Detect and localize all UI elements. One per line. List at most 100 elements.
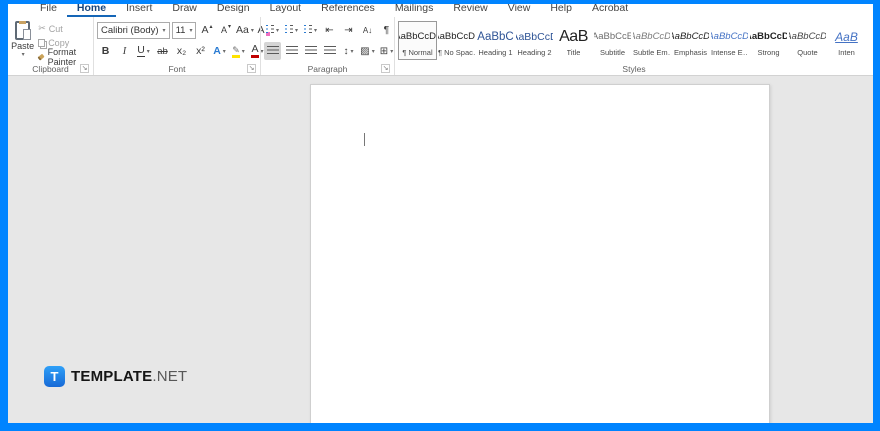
grow-font-button[interactable]: A ▴ bbox=[198, 21, 215, 39]
tab-file[interactable]: File bbox=[30, 4, 67, 17]
chevron-down-icon: ▾ bbox=[241, 48, 245, 55]
style-preview: AaBbCcE bbox=[593, 31, 632, 42]
italic-button[interactable]: I bbox=[116, 42, 133, 60]
style-intense-e[interactable]: AaBbCcDt Intense E… bbox=[710, 21, 749, 60]
font-dialog-launcher-icon[interactable]: ↘ bbox=[247, 64, 256, 73]
style-subtle-em[interactable]: AaBbCcDt Subtle Em… bbox=[632, 21, 671, 60]
borders-icon: ⊞ bbox=[379, 45, 389, 57]
paste-clipboard-icon bbox=[15, 21, 32, 40]
strikethrough-button[interactable]: ab bbox=[154, 42, 171, 60]
style-preview: AaB bbox=[835, 30, 858, 44]
style-preview: AaBbCcDt bbox=[789, 31, 827, 42]
styles-group-label: Styles bbox=[622, 63, 646, 74]
chevron-down-icon: ▾ bbox=[222, 48, 226, 55]
template-net-logo: T TEMPLATE.NET bbox=[44, 366, 187, 387]
chevron-down-icon: ▾ bbox=[371, 48, 375, 55]
tab-help[interactable]: Help bbox=[540, 4, 582, 17]
style-normal[interactable]: AaBbCcDc ¶ Normal bbox=[398, 21, 437, 60]
align-left-icon bbox=[266, 46, 279, 56]
format-painter-button[interactable]: Format Painter bbox=[37, 47, 90, 67]
subscript-button[interactable]: x₂ bbox=[173, 42, 190, 60]
show-formatting-button[interactable]: ¶ bbox=[378, 21, 395, 39]
style-label: ¶ Normal bbox=[402, 48, 433, 57]
chevron-down-icon: ▾ bbox=[250, 27, 254, 34]
font-size-combo[interactable]: 11 ▾ bbox=[171, 21, 197, 39]
styles-gallery: AaBbCcDc ¶ Normal AaBbCcDc¶ No Spac…AaBbC H… bbox=[398, 20, 870, 60]
shrink-font-button[interactable]: A ▾ bbox=[217, 21, 234, 39]
style-emphasis[interactable]: AaBbCcDt Emphasis bbox=[671, 21, 710, 60]
document-page[interactable] bbox=[310, 84, 770, 423]
document-workspace: T TEMPLATE.NET bbox=[8, 76, 873, 423]
justify-icon bbox=[323, 46, 336, 56]
ribbon: Paste ▾ ✂ Cut Copy Format Painter Clipbo… bbox=[8, 17, 873, 76]
tab-references[interactable]: References bbox=[311, 4, 385, 17]
tab-review[interactable]: Review bbox=[443, 4, 497, 17]
style-label: Subtle Em… bbox=[633, 48, 670, 57]
align-right-icon bbox=[304, 46, 317, 56]
sort-button[interactable]: A↓ bbox=[359, 21, 376, 39]
decrease-indent-button[interactable]: ⇤ bbox=[321, 21, 338, 39]
ribbon-tabs: File Home Insert Draw Design Layout References… bbox=[8, 4, 873, 17]
chevron-down-icon: ▾ bbox=[162, 27, 166, 34]
bold-button[interactable]: B bbox=[97, 42, 114, 60]
tab-design[interactable]: Design bbox=[207, 4, 260, 17]
style-label: Heading 1 bbox=[478, 48, 513, 57]
style-inten[interactable]: AaB Inten bbox=[827, 21, 866, 60]
style-preview: AaB bbox=[559, 28, 588, 45]
style-preview: AaBbC bbox=[477, 31, 514, 43]
tab-insert[interactable]: Insert bbox=[116, 4, 162, 17]
align-center-button[interactable] bbox=[283, 42, 300, 60]
style-preview: AaBbCcDt bbox=[672, 31, 710, 42]
numbered-list-icon bbox=[285, 25, 293, 35]
shading-button[interactable]: ▨ ▾ bbox=[359, 42, 376, 60]
clipboard-dialog-launcher-icon[interactable]: ↘ bbox=[80, 64, 89, 73]
style-heading-2[interactable]: AaBbCcD Heading 2 bbox=[515, 21, 554, 60]
scissors-icon: ✂ bbox=[38, 23, 46, 33]
up-icon: ▴ bbox=[209, 24, 213, 30]
tab-home[interactable]: Home bbox=[66, 4, 117, 17]
paintbrush-icon bbox=[37, 52, 46, 61]
style-quote[interactable]: AaBbCcDt Quote bbox=[788, 21, 827, 60]
superscript-button[interactable]: x² bbox=[192, 42, 209, 60]
text-highlight-button[interactable]: ✎ ▾ bbox=[230, 42, 247, 60]
chevron-down-icon: ▾ bbox=[275, 27, 279, 34]
align-left-button[interactable] bbox=[264, 42, 281, 60]
tab-view[interactable]: View bbox=[498, 4, 541, 17]
tab-layout[interactable]: Layout bbox=[260, 4, 312, 17]
bullets-button[interactable]: ▾ bbox=[264, 21, 281, 39]
style-preview: AaBbCcD bbox=[516, 31, 553, 43]
cut-button[interactable]: ✂ Cut bbox=[38, 22, 90, 35]
style-no-spac[interactable]: AaBbCcDc ¶ No Spac… bbox=[437, 21, 476, 60]
tab-acrobat[interactable]: Acrobat bbox=[582, 4, 638, 17]
style-label: Quote bbox=[797, 48, 818, 57]
app-window: File Home Insert Draw Design Layout References… bbox=[0, 0, 880, 431]
change-case-button[interactable]: Aa ▾ bbox=[236, 21, 254, 39]
align-right-button[interactable] bbox=[302, 42, 319, 60]
underline-button[interactable]: U ▾ bbox=[135, 42, 152, 60]
style-preview: AaBbCcDc bbox=[399, 31, 436, 42]
tab-mailings[interactable]: Mailings bbox=[385, 4, 444, 17]
tab-draw[interactable]: Draw bbox=[162, 4, 207, 17]
increase-indent-button[interactable]: ⇥ bbox=[340, 21, 357, 39]
style-strong[interactable]: AaBbCcDt Strong bbox=[749, 21, 788, 60]
borders-button[interactable]: ⊞ ▾ bbox=[378, 42, 395, 60]
chevron-down-icon: ▾ bbox=[294, 27, 298, 34]
align-center-icon bbox=[285, 46, 298, 56]
paste-button[interactable]: Paste ▾ bbox=[11, 20, 34, 63]
paragraph-group: ▾ ▾ ▾ ⇤ ⇥ A↓ ¶ ↕ ▾ ▨ ▾ ⊞ ▾ Paragraph ↘ bbox=[260, 17, 394, 75]
chevron-down-icon: ▾ bbox=[350, 48, 354, 55]
style-heading-1[interactable]: AaBbC Heading 1 bbox=[476, 21, 515, 60]
style-subtitle[interactable]: AaBbCcE Subtitle bbox=[593, 21, 632, 60]
chevron-down-icon: ▾ bbox=[189, 27, 193, 34]
numbering-button[interactable]: ▾ bbox=[283, 21, 300, 39]
text-effects-button[interactable]: A ▾ bbox=[211, 42, 228, 60]
clipboard-group-label: Clipboard ↘ bbox=[32, 64, 89, 74]
justify-button[interactable] bbox=[321, 42, 338, 60]
chevron-down-icon: ▾ bbox=[21, 52, 25, 58]
style-title[interactable]: AaB Title bbox=[554, 21, 593, 60]
line-spacing-button[interactable]: ↕ ▾ bbox=[340, 42, 357, 60]
paragraph-dialog-launcher-icon[interactable]: ↘ bbox=[381, 64, 390, 73]
chevron-down-icon: ▾ bbox=[313, 27, 317, 34]
font-family-combo[interactable]: Calibri (Body) ▾ bbox=[97, 21, 170, 39]
multilevel-list-button[interactable]: ▾ bbox=[302, 21, 319, 39]
